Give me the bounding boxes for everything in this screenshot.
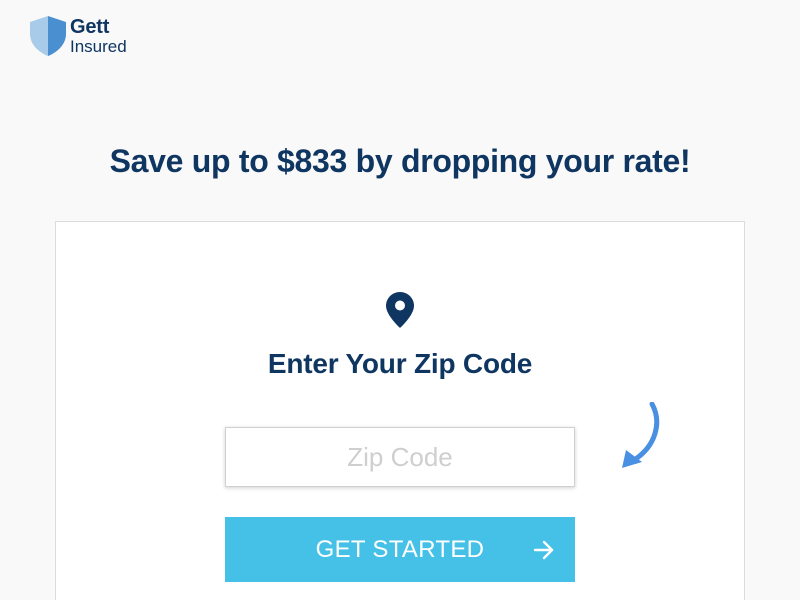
get-started-button[interactable]: GET STARTED: [225, 517, 575, 582]
page-headline: Save up to $833 by dropping your rate!: [109, 143, 691, 179]
arrow-right-icon: [533, 540, 554, 560]
brand-logo[interactable]: Gett Insured: [30, 16, 127, 56]
zip-form-card: Enter Your Zip Code GET STARTED: [55, 221, 745, 600]
map-pin-icon: [386, 292, 414, 328]
page: Gett Insured Save up to $833 by dropping…: [0, 0, 800, 600]
shield-icon: [30, 16, 66, 56]
brand-wordmark: Gett Insured: [70, 17, 127, 55]
get-started-label: GET STARTED: [315, 535, 485, 563]
brand-name-line1: Gett: [70, 16, 110, 38]
zip-form-title: Enter Your Zip Code: [267, 348, 533, 379]
curved-arrow-down-left-icon: [622, 402, 660, 468]
zip-code-input[interactable]: [225, 427, 575, 487]
brand-name-line2: Insured: [70, 37, 127, 56]
